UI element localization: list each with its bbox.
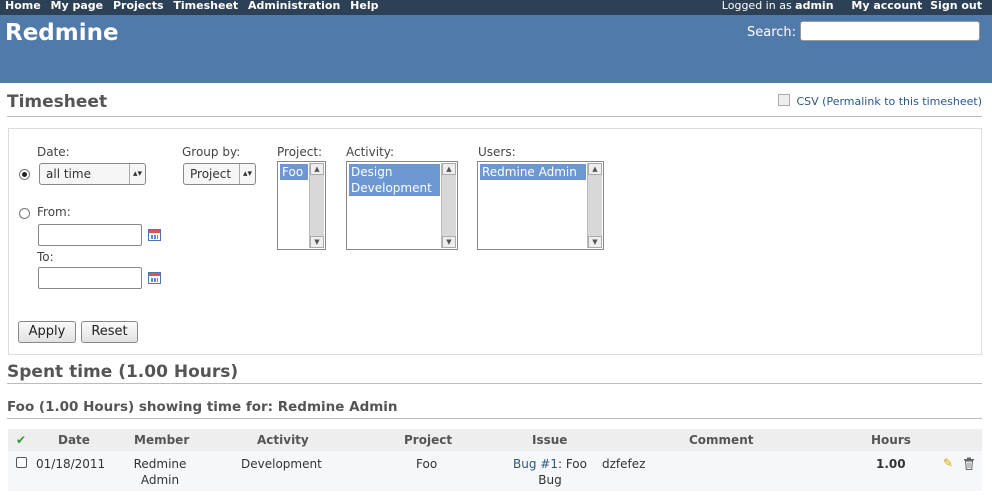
scroll-up-icon[interactable]: ▲ <box>442 163 456 175</box>
cell-member: Redmine Admin <box>126 456 194 488</box>
table-header: ✔ Date Member Activity Project Issue Com… <box>8 429 982 451</box>
top-menu-right: Logged in as admin My account Sign out <box>722 0 982 12</box>
issue-link[interactable]: Bug #1 <box>513 457 558 471</box>
group-by-label: Group by: <box>182 145 241 159</box>
column-date[interactable]: Date <box>58 429 90 451</box>
chevron-updown-icon: ▴▾ <box>239 164 255 184</box>
title-divider <box>7 116 982 117</box>
logged-in-text: Logged in as admin <box>722 0 834 12</box>
cell-project: Foo <box>416 457 438 471</box>
user-option[interactable]: Redmine Admin <box>480 164 586 180</box>
check-icon[interactable]: ✔ <box>16 434 26 446</box>
top-menu: Home My page Projects Timesheet Administ… <box>0 0 992 15</box>
cell-activity: Development <box>241 457 322 471</box>
scroll-up-icon[interactable]: ▲ <box>588 163 602 175</box>
table-row: 01/18/2011 Redmine Admin Development Foo… <box>8 451 982 491</box>
column-activity[interactable]: Activity <box>257 429 309 451</box>
project-label: Project: <box>277 145 323 159</box>
project-option[interactable]: Foo <box>280 164 308 180</box>
header: Redmine Search: <box>0 15 992 83</box>
search-input[interactable] <box>800 21 980 41</box>
permalink-link[interactable]: (Permalink to this timesheet) <box>822 95 982 108</box>
cell-issue-line2: Bug <box>538 473 562 487</box>
cell-member-line1: Redmine <box>133 457 187 471</box>
cell-date: 01/18/2011 <box>36 457 106 471</box>
cell-hours: 1.00 <box>876 457 906 471</box>
date-preset-radio[interactable] <box>19 169 30 180</box>
filters-form: Date: all time ▴▾ From: To: Group by: Pr… <box>8 128 982 355</box>
reset-button[interactable]: Reset <box>81 321 138 343</box>
activity-option[interactable]: Design <box>349 164 440 180</box>
trash-icon-svg <box>964 457 974 470</box>
logged-in-prefix: Logged in as <box>721 0 792 12</box>
app-title: Redmine <box>5 20 119 46</box>
calendar-icon[interactable] <box>148 272 161 284</box>
cell-issue-rest: : Foo <box>557 457 587 471</box>
spent-time-divider <box>7 383 982 384</box>
users-label: Users: <box>478 145 516 159</box>
top-menu-left: Home My page Projects Timesheet Administ… <box>5 0 384 12</box>
csv-export: CSV (Permalink to this timesheet) <box>778 94 982 108</box>
scroll-down-icon[interactable]: ▼ <box>588 236 602 248</box>
spent-time-heading: Spent time (1.00 Hours) <box>7 362 239 382</box>
page-title: Timesheet <box>7 92 108 112</box>
menu-projects[interactable]: Projects <box>113 0 164 12</box>
csv-checkbox[interactable] <box>778 94 791 106</box>
group-heading: Foo (1.00 Hours) showing time for: Redmi… <box>7 399 398 415</box>
activity-option[interactable]: Development <box>349 180 440 196</box>
menu-my-page[interactable]: My page <box>51 0 104 12</box>
date-select[interactable]: all time ▴▾ <box>39 163 146 185</box>
date-select-value: all time <box>46 167 91 181</box>
calendar-icon[interactable] <box>148 229 161 241</box>
pencil-icon[interactable]: ✎ <box>943 457 953 469</box>
column-hours[interactable]: Hours <box>871 429 911 451</box>
cell-comment: dzfefez <box>602 457 646 471</box>
menu-timesheet[interactable]: Timesheet <box>173 0 238 12</box>
menu-home[interactable]: Home <box>5 0 41 12</box>
column-member[interactable]: Member <box>134 429 189 451</box>
column-issue[interactable]: Issue <box>532 429 567 451</box>
main-content: Timesheet CSV (Permalink to this timeshe… <box>0 83 992 498</box>
group-by-select-value: Project <box>190 167 232 181</box>
my-account-link[interactable]: My account <box>851 0 922 12</box>
activity-scrollbar[interactable]: ▲ ▼ <box>441 163 456 248</box>
project-scrollbar[interactable]: ▲ ▼ <box>309 163 324 248</box>
apply-button[interactable]: Apply <box>18 321 76 343</box>
users-listbox[interactable]: Redmine Admin ▲ ▼ <box>477 161 604 250</box>
menu-help[interactable]: Help <box>350 0 378 12</box>
scroll-up-icon[interactable]: ▲ <box>310 163 324 175</box>
date-label: Date: <box>37 145 70 159</box>
column-comment[interactable]: Comment <box>689 429 753 451</box>
date-range-radio[interactable] <box>19 208 30 219</box>
column-project[interactable]: Project <box>404 429 452 451</box>
group-divider <box>7 418 982 419</box>
scroll-down-icon[interactable]: ▼ <box>442 236 456 248</box>
from-label: From: <box>37 205 71 219</box>
to-label: To: <box>37 250 54 264</box>
search-label: Search: <box>747 25 797 40</box>
logged-in-user[interactable]: admin <box>795 0 833 12</box>
activity-label: Activity: <box>346 145 395 159</box>
row-checkbox[interactable] <box>16 457 27 468</box>
cell-issue: Bug #1: Foo Bug <box>508 456 592 488</box>
csv-link[interactable]: CSV <box>796 95 818 108</box>
menu-administration[interactable]: Administration <box>248 0 340 12</box>
from-date-input[interactable] <box>38 224 142 246</box>
activity-listbox[interactable]: Design Development ▲ ▼ <box>346 161 458 250</box>
scroll-down-icon[interactable]: ▼ <box>310 236 324 248</box>
cell-member-line2: Admin <box>140 473 180 487</box>
chevron-updown-icon: ▴▾ <box>129 164 145 184</box>
project-listbox[interactable]: Foo ▲ ▼ <box>277 161 326 250</box>
trash-icon[interactable] <box>963 457 975 472</box>
group-by-select[interactable]: Project ▴▾ <box>183 163 256 185</box>
to-date-input[interactable] <box>38 267 142 289</box>
sign-out-link[interactable]: Sign out <box>930 0 982 12</box>
users-scrollbar[interactable]: ▲ ▼ <box>587 163 602 248</box>
